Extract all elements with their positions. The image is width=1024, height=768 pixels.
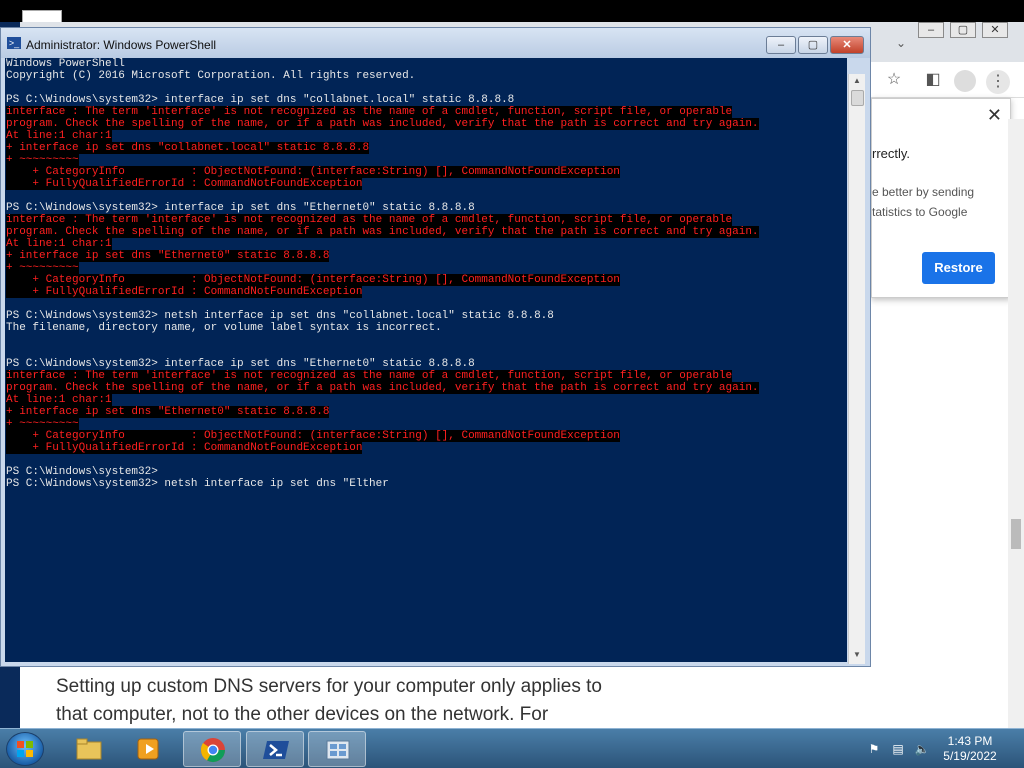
console-line: PS C:\Windows\system32> — [6, 466, 158, 478]
scroll-down-icon[interactable]: ▼ — [849, 648, 865, 662]
popup-title: rrectly. — [872, 146, 911, 161]
server-manager-icon — [326, 740, 350, 760]
console-error-line: + ~~~~~~~~~ — [6, 262, 79, 274]
scroll-up-icon[interactable]: ▲ — [849, 74, 865, 88]
chrome-menu-icon[interactable]: ⋮ — [986, 70, 1010, 94]
bookmark-star-icon[interactable]: ☆ — [884, 70, 904, 90]
restore-pages-popup: ✕ rrectly. e better by sending tatistics… — [871, 98, 1011, 298]
taskbar-clock[interactable]: 1:43 PM 5/19/2022 — [930, 734, 1010, 764]
popup-text-line: e better by sending — [872, 185, 975, 199]
page-scroll-thumb[interactable] — [1011, 519, 1021, 549]
console-error-line: program. Check the spelling of the name,… — [6, 226, 759, 238]
powershell-icon: >_ — [7, 37, 21, 49]
console-error-line: + FullyQualifiedErrorId : CommandNotFoun… — [6, 286, 363, 298]
page-scrollbar[interactable] — [1008, 119, 1024, 747]
maximize-button[interactable]: ▢ — [798, 36, 828, 54]
console-error-line: interface : The term 'interface' is not … — [6, 214, 733, 226]
minimize-button[interactable]: – — [766, 36, 796, 54]
folder-icon — [76, 738, 102, 760]
taskbar-app-chrome[interactable] — [183, 731, 241, 767]
console-line: Windows PowerShell — [6, 58, 125, 70]
console-error-line: + CategoryInfo : ObjectNotFound: (interf… — [6, 274, 620, 286]
chrome-close-button[interactable]: ✕ — [982, 22, 1008, 38]
console-line: PS C:\Windows\system32> netsh interface … — [6, 478, 389, 490]
network-icon[interactable]: ▤ — [890, 741, 906, 757]
console-error-line: At line:1 char:1 — [6, 130, 112, 142]
start-button[interactable] — [6, 732, 44, 766]
console-error-line: + CategoryInfo : ObjectNotFound: (interf… — [6, 166, 620, 178]
console-error-line: + ~~~~~~~~~ — [6, 418, 79, 430]
taskbar-app-explorer[interactable] — [60, 731, 118, 767]
close-icon[interactable]: ✕ — [987, 105, 1002, 126]
powershell-window: >_ Administrator: Windows PowerShell – ▢… — [0, 27, 871, 667]
taskbar: ⚑ ▤ 🔈 1:43 PM 5/19/2022 — [0, 728, 1024, 768]
popup-text-line: tatistics to Google — [872, 205, 968, 219]
console-line: Copyright (C) 2016 Microsoft Corporation… — [6, 70, 416, 82]
chevron-down-icon[interactable]: ⌄ — [896, 36, 906, 50]
restore-button[interactable]: Restore — [922, 252, 995, 284]
clock-time: 1:43 PM — [947, 734, 993, 748]
article-line: that computer, not to the other devices … — [56, 704, 549, 725]
chrome-minimize-button[interactable]: – — [918, 22, 944, 38]
windows-logo-icon — [17, 741, 33, 757]
console-error-line: program. Check the spelling of the name,… — [6, 118, 759, 130]
console-line: PS C:\Windows\system32> netsh interface … — [6, 310, 554, 322]
taskbar-app-server-manager[interactable] — [308, 731, 366, 767]
taskbar-app-media-player[interactable] — [120, 731, 178, 767]
console-output[interactable]: Windows PowerShell Copyright (C) 2016 Mic… — [5, 58, 847, 662]
desktop-background — [0, 0, 1024, 24]
powershell-titlebar[interactable]: >_ Administrator: Windows PowerShell – ▢… — [1, 28, 870, 58]
console-error-line: program. Check the spelling of the name,… — [6, 382, 759, 394]
console-error-line: At line:1 char:1 — [6, 394, 112, 406]
console-error-line: + interface ip set dns "Ethernet0" stati… — [6, 406, 330, 418]
profile-icon[interactable] — [954, 70, 976, 92]
console-line: The filename, directory name, or volume … — [6, 322, 442, 334]
console-error-line: + ~~~~~~~~~ — [6, 154, 79, 166]
chrome-maximize-button[interactable]: ▢ — [950, 22, 976, 38]
console-error-line: + FullyQualifiedErrorId : CommandNotFoun… — [6, 442, 363, 454]
console-error-line: + FullyQualifiedErrorId : CommandNotFoun… — [6, 178, 363, 190]
scroll-thumb[interactable] — [851, 90, 864, 106]
console-error-line: + interface ip set dns "Ethernet0" stati… — [6, 250, 330, 262]
console-scrollbar[interactable]: ▲ ▼ — [848, 74, 865, 664]
console-line: PS C:\Windows\system32> interface ip set… — [6, 202, 475, 214]
action-center-flag-icon[interactable]: ⚑ — [866, 741, 882, 757]
side-panel-icon[interactable]: ◧ — [923, 70, 943, 90]
chrome-icon — [200, 738, 225, 763]
media-player-icon — [137, 738, 159, 760]
powershell-icon — [263, 741, 289, 759]
article-line: Setting up custom DNS servers for your c… — [56, 676, 602, 697]
console-error-line: + CategoryInfo : ObjectNotFound: (interf… — [6, 430, 620, 442]
console-error-line: + interface ip set dns "collabnet.local"… — [6, 142, 370, 154]
volume-icon[interactable]: 🔈 — [914, 741, 930, 757]
close-button[interactable]: ✕ — [830, 36, 864, 54]
clock-date: 5/19/2022 — [943, 749, 997, 763]
window-title: Administrator: Windows PowerShell — [26, 38, 217, 52]
console-error-line: At line:1 char:1 — [6, 238, 112, 250]
console-line: PS C:\Windows\system32> interface ip set… — [6, 358, 475, 370]
console-error-line: interface : The term 'interface' is not … — [6, 370, 733, 382]
taskbar-app-powershell[interactable] — [246, 731, 304, 767]
console-line: PS C:\Windows\system32> interface ip set… — [6, 94, 515, 106]
console-error-line: interface : The term 'interface' is not … — [6, 106, 733, 118]
article-paragraph: Setting up custom DNS servers for your c… — [56, 673, 656, 729]
